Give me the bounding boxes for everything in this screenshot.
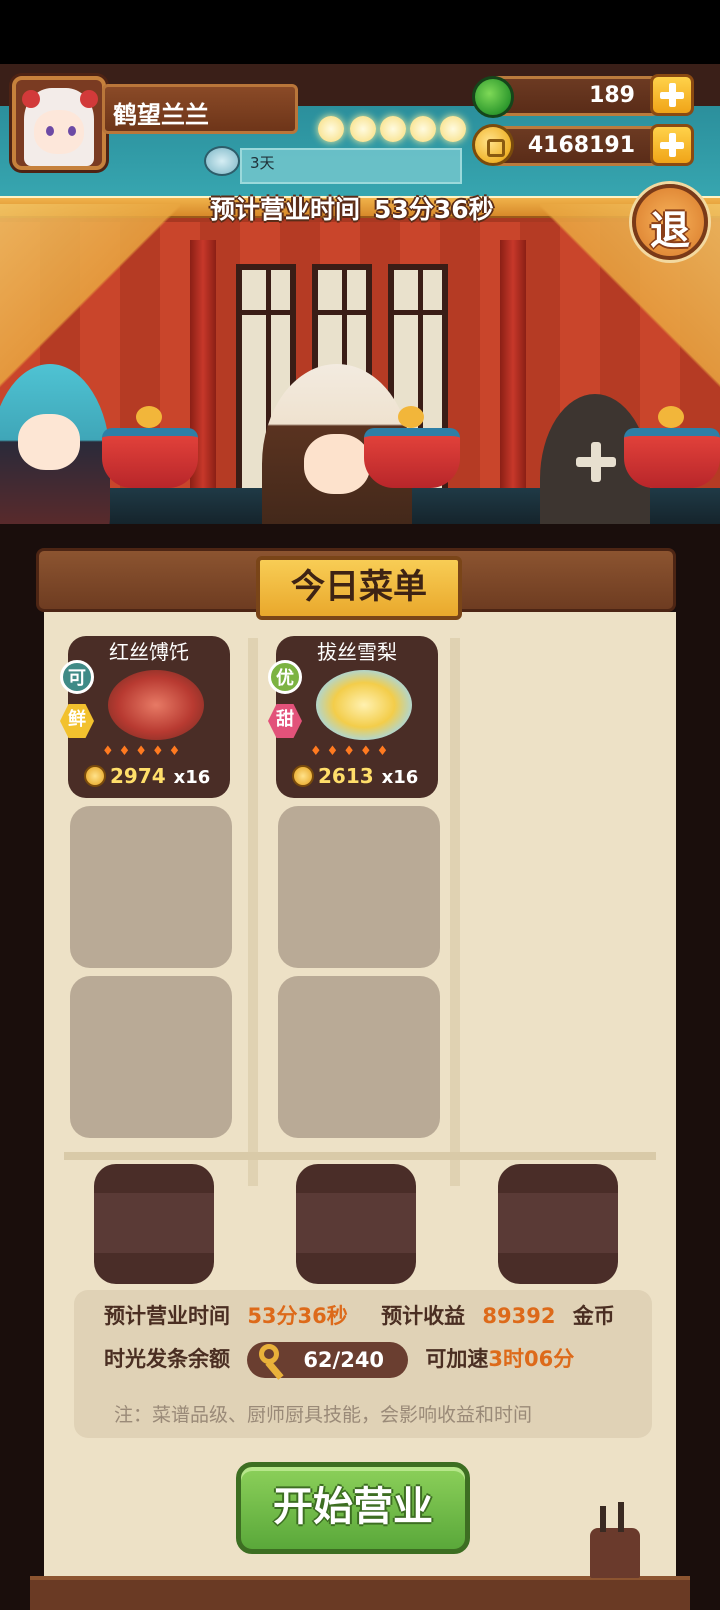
dish-card[interactable]: 拔丝雪梨 ♦♦♦♦♦ 2613 x16 (276, 636, 438, 798)
income-value: 89392 (482, 1304, 556, 1328)
biz-time-label: 预计营业时间 (104, 1304, 230, 1328)
jade-amount: 189 (589, 83, 635, 108)
biz-time-value: 53分36秒 (247, 1304, 348, 1328)
exit-label: 退 (650, 208, 690, 254)
menu-title-text: 今日菜单 (291, 567, 427, 607)
empty-dish-slot[interactable] (278, 976, 440, 1138)
utensil-slot[interactable] (94, 1164, 214, 1284)
exit-button[interactable]: 退 (632, 184, 708, 260)
summary-row-clockwork: 时光发条余额 62/240 可加速3时06分 (104, 1340, 575, 1380)
empty-dish-slot[interactable] (278, 806, 440, 968)
coin-icon (472, 124, 514, 166)
jade-balance: 189 (490, 76, 660, 116)
dish-name: 拔丝雪梨 (317, 640, 397, 664)
coin-balance: 4168191 (490, 126, 660, 166)
coin-amount: 4168191 (527, 133, 635, 158)
biz-time-value: 53分36秒 (374, 195, 494, 224)
clockwork-balance: 62/240 (247, 1340, 409, 1380)
biz-time-label: 预计营业时间 (210, 195, 361, 224)
coin-icon (292, 765, 314, 787)
empty-dish-slot[interactable] (70, 976, 232, 1138)
lantern-light (350, 116, 376, 142)
jade-icon (472, 76, 514, 118)
player-name: 鹤望兰兰 (113, 101, 209, 129)
dish-name: 红丝馎饦 (109, 640, 189, 664)
lantern-light (440, 116, 466, 142)
dish-count: x16 (381, 767, 419, 788)
dish-image (108, 670, 204, 740)
dish-price: 2613 x16 (292, 764, 418, 788)
knife-block-decoration (590, 1502, 640, 1578)
status-bar-area (0, 0, 720, 64)
column-divider (450, 638, 460, 1186)
quality-tag: 可 (60, 660, 94, 694)
add-coins-button[interactable] (650, 124, 694, 166)
dish-count: x16 (173, 767, 211, 788)
plus-icon (576, 442, 616, 482)
lantern-light (380, 116, 406, 142)
dish-card[interactable]: 红丝馎饦 ♦♦♦♦♦ 2974 x16 (68, 636, 230, 798)
start-business-label: 开始营业 (273, 1484, 433, 1530)
speedup-label: 可加速 (425, 1347, 489, 1371)
stove (102, 406, 198, 488)
income-label: 预计收益 (381, 1304, 466, 1328)
dish-image (316, 670, 412, 740)
coin-icon (84, 765, 106, 787)
lantern-light (410, 116, 436, 142)
player-avatar[interactable] (12, 76, 106, 170)
key-icon (253, 1340, 293, 1380)
menu-title: 今日菜单 (256, 556, 462, 620)
dish-price: 2974 x16 (84, 764, 210, 788)
stove (364, 406, 460, 488)
income-unit: 金币 (572, 1304, 615, 1328)
row-divider (64, 1152, 656, 1160)
clockwork-label: 时光发条余额 (104, 1347, 230, 1371)
lantern-light (318, 116, 344, 142)
days-counter: 3天 (250, 154, 275, 172)
pillar (500, 240, 526, 500)
clockwork-value: 62/240 (303, 1348, 385, 1372)
add-jade-button[interactable] (650, 74, 694, 116)
quality-tag: 优 (268, 660, 302, 694)
stove (624, 406, 720, 488)
summary-row-time-income: 预计营业时间 53分36秒 预计收益 89392 金币 (104, 1300, 615, 1330)
utensil-slot[interactable] (498, 1164, 618, 1284)
start-business-button[interactable]: 开始营业 (236, 1462, 470, 1554)
flame-rating: ♦♦♦♦♦ (102, 744, 186, 759)
column-divider (248, 638, 258, 1186)
speedup-value: 3时06分 (488, 1347, 575, 1371)
flame-rating: ♦♦♦♦♦ (310, 744, 394, 759)
utensil-slot[interactable] (296, 1164, 416, 1284)
summary-note: 注：菜谱品级、厨师厨具技能，会影响收益和时间 (114, 1404, 533, 1426)
empty-dish-slot[interactable] (70, 806, 232, 968)
bottom-rail (30, 1576, 690, 1610)
estimated-business-time: 预计营业时间 53分36秒 (210, 190, 494, 226)
player-name-plate: 鹤望兰兰 (102, 84, 298, 134)
bowl-icon (204, 146, 240, 176)
